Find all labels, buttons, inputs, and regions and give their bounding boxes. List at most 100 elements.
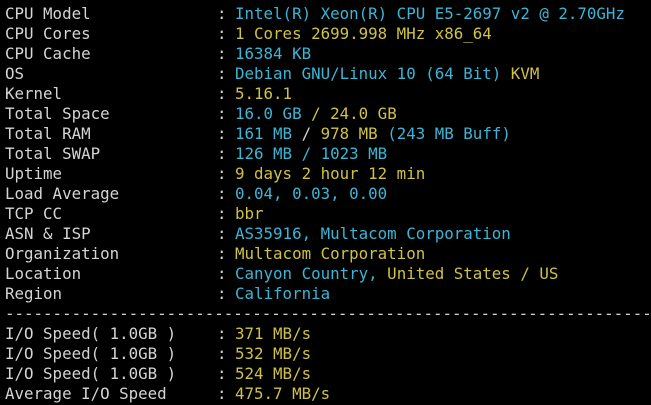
row-separator: :: [217, 364, 227, 383]
io-speed-row: I/O Speed( 1.0GB ):532 MB/s: [5, 344, 651, 364]
info-row: Load Average:0.04, 0.03, 0.00: [5, 184, 651, 204]
info-row: CPU Model: Intel(R) Xeon(R) CPU E5-2697 v…: [5, 4, 651, 24]
row-label: OS: [5, 64, 25, 83]
row-separator: :: [217, 284, 227, 303]
io-speed-block: I/O Speed( 1.0GB ):371 MB/s I/O Speed( 1.…: [5, 324, 651, 404]
info-row: Region: California: [5, 284, 651, 304]
row-separator: :: [217, 184, 227, 203]
row-value: 9 days 2 hour 12 min: [235, 164, 425, 184]
row-label: Uptime: [5, 164, 63, 183]
row-value: Canyon Country, United States / US: [235, 264, 558, 284]
info-row: ASN & ISP: AS35916, Multacom Corporation: [5, 224, 651, 244]
row-value: 16.0 GB / 24.0 GB: [235, 104, 397, 124]
row-label: Organization: [5, 244, 120, 263]
system-info-block: CPU Model: Intel(R) Xeon(R) CPU E5-2697 v…: [5, 4, 651, 304]
row-separator: :: [217, 324, 227, 343]
value-segment: 161 MB: [235, 124, 293, 143]
info-row: Kernel:5.16.1: [5, 84, 651, 104]
value-segment: Multacom Corporation: [235, 244, 426, 263]
row-label: Kernel: [5, 84, 63, 103]
row-label: I/O Speed( 1.0GB ): [5, 324, 177, 343]
row-separator: :: [217, 84, 227, 103]
row-separator: :: [217, 64, 227, 83]
row-value: Multacom Corporation: [235, 244, 425, 264]
section-divider: ----------------------------------------…: [5, 304, 651, 323]
row-separator: :: [217, 164, 227, 183]
io-speed-row: I/O Speed( 1.0GB ):524 MB/s: [5, 364, 651, 384]
value-segment: KVM: [501, 64, 540, 83]
value-segment: 1 Cores 2699.998 MHz x86_64: [235, 24, 492, 43]
row-label: Total Space: [5, 104, 110, 123]
value-segment: 16.0 GB: [235, 104, 302, 123]
row-separator: :: [217, 384, 227, 403]
info-row: CPU Cores:1 Cores 2699.998 MHz x86_64: [5, 24, 651, 44]
row-value: Intel(R) Xeon(R) CPU E5-2697 v2 @ 2.70GH…: [235, 4, 625, 24]
value-segment: Debian GNU/Linux 10 (64 Bit): [235, 64, 502, 83]
row-value: 0.04, 0.03, 0.00: [235, 184, 387, 204]
row-separator: :: [217, 144, 227, 163]
row-label: I/O Speed( 1.0GB ): [5, 364, 177, 383]
terminal-window: CPU Model: Intel(R) Xeon(R) CPU E5-2697 v…: [0, 0, 651, 405]
row-separator: :: [217, 224, 227, 243]
io-speed-row: I/O Speed( 1.0GB ):371 MB/s: [5, 324, 651, 344]
row-value: 16384 KB: [235, 44, 311, 64]
row-separator: :: [217, 344, 227, 363]
row-label: Load Average: [5, 184, 120, 203]
value-segment: AS35916, Multacom Corporation: [235, 224, 511, 243]
info-row: Total SWAP:126 MB / 1023 MB: [5, 144, 651, 164]
value-segment: United States / US: [377, 264, 559, 283]
value-segment: Intel(R) Xeon(R) CPU E5-2697 v2 @ 2.70GH…: [235, 4, 625, 23]
row-separator: :: [217, 124, 227, 143]
value-segment: Canyon Country,: [235, 264, 378, 283]
value-segment: (243 MB Buff): [377, 124, 511, 143]
row-value: Debian GNU/Linux 10 (64 Bit) KVM: [235, 64, 539, 84]
value-segment: 9 days 2 hour 12 min: [235, 164, 426, 183]
row-separator: :: [217, 4, 227, 23]
row-label: Total RAM: [5, 124, 91, 143]
row-separator: :: [217, 244, 227, 263]
value-segment: 524 MB/s: [235, 364, 312, 383]
row-value: 475.7 MB/s: [235, 384, 330, 404]
row-value: 161 MB / 978 MB (243 MB Buff): [235, 124, 511, 144]
value-segment: bbr: [235, 204, 264, 223]
value-segment: 126 MB / 1023 MB: [235, 144, 388, 163]
value-segment: /: [292, 124, 321, 143]
value-segment: /: [301, 104, 331, 123]
row-separator: :: [217, 24, 227, 43]
info-row: CPU Cache:16384 KB: [5, 44, 651, 64]
row-label: ASN & ISP: [5, 224, 91, 243]
row-value: 532 MB/s: [235, 344, 311, 364]
info-row: Uptime:9 days 2 hour 12 min: [5, 164, 651, 184]
info-row: Location: Canyon Country, United States /…: [5, 264, 651, 284]
value-segment: 978 MB: [320, 124, 378, 143]
row-value: 126 MB / 1023 MB: [235, 144, 387, 164]
value-segment: 16384 KB: [235, 44, 312, 63]
io-speed-row: Average I/O Speed:475.7 MB/s: [5, 384, 651, 404]
row-label: CPU Model: [5, 4, 91, 23]
info-row: Organization: Multacom Corporation: [5, 244, 651, 264]
value-segment: 532 MB/s: [235, 344, 312, 363]
info-row: OS: Debian GNU/Linux 10 (64 Bit) KVM: [5, 64, 651, 84]
info-row: Total Space:16.0 GB / 24.0 GB: [5, 104, 651, 124]
row-value: California: [235, 284, 330, 304]
value-segment: California: [235, 284, 331, 303]
row-value: 524 MB/s: [235, 364, 311, 384]
row-value: bbr: [235, 204, 264, 224]
row-label: Average I/O Speed: [5, 384, 167, 403]
row-label: Total SWAP: [5, 144, 101, 163]
row-label: CPU Cores: [5, 24, 91, 43]
row-value: 5.16.1: [235, 84, 292, 104]
value-segment: 5.16.1: [235, 84, 293, 103]
row-value: 371 MB/s: [235, 324, 311, 344]
info-row: TCP CC: bbr: [5, 204, 651, 224]
row-separator: :: [217, 264, 227, 283]
row-label: Region: [5, 284, 63, 303]
value-segment: 0.04, 0.03, 0.00: [235, 184, 388, 203]
row-separator: :: [217, 44, 227, 63]
row-value: 1 Cores 2699.998 MHz x86_64: [235, 24, 492, 44]
row-label: TCP CC: [5, 204, 63, 223]
value-segment: 475.7 MB/s: [235, 384, 331, 403]
row-label: I/O Speed( 1.0GB ): [5, 344, 177, 363]
row-label: CPU Cache: [5, 44, 91, 63]
value-segment: 371 MB/s: [235, 324, 312, 343]
